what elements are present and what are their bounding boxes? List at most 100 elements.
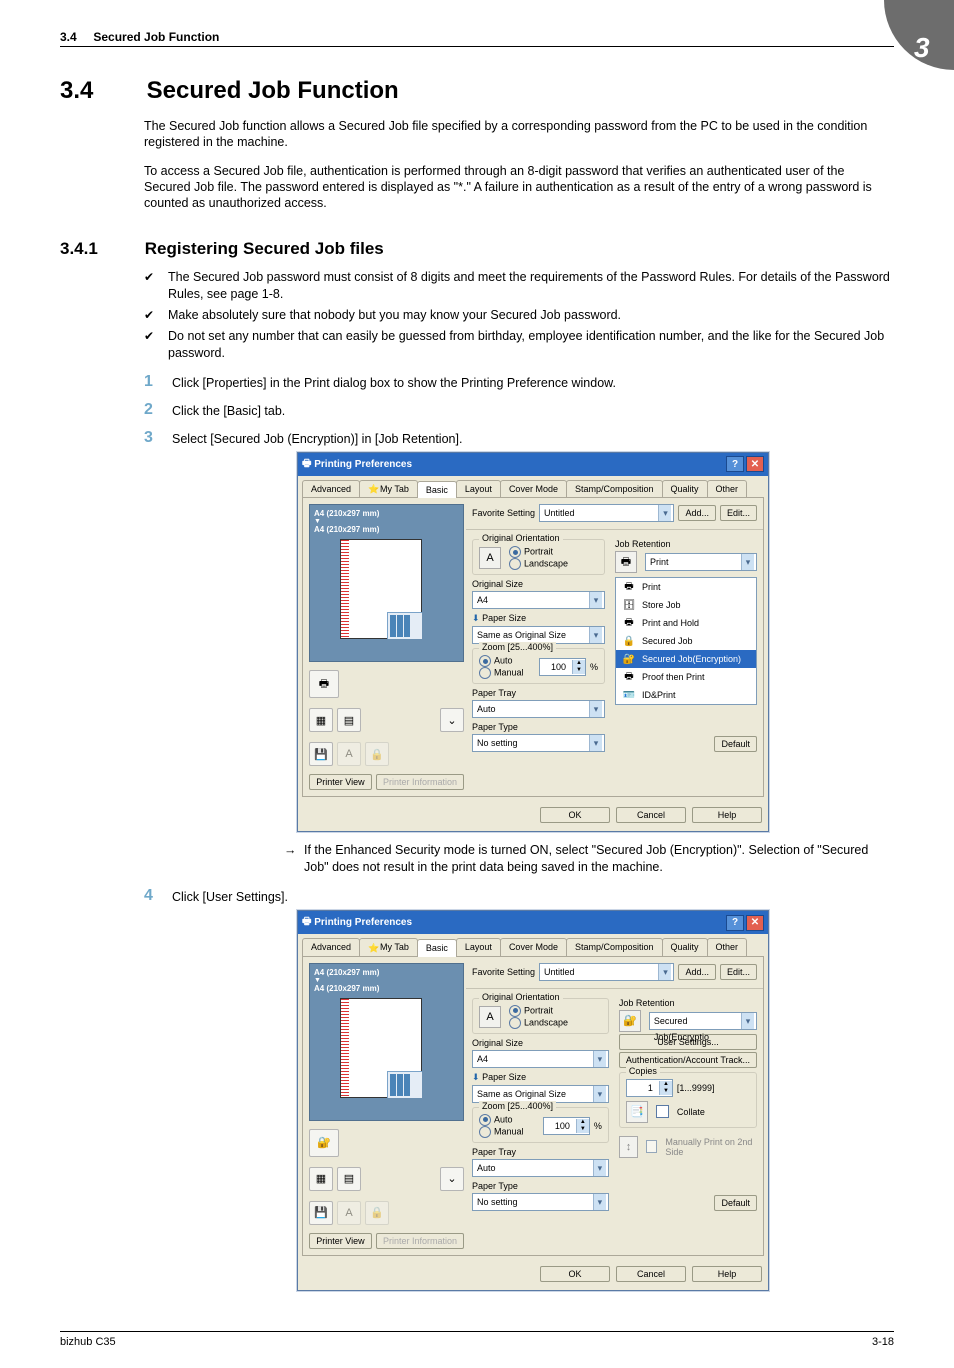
add-button[interactable]: Add... <box>678 505 716 521</box>
cancel-button[interactable]: Cancel <box>616 1266 686 1282</box>
close-icon[interactable]: ✕ <box>746 456 764 472</box>
save-icon[interactable]: 💾 <box>309 742 333 766</box>
tab-basic[interactable]: Basic <box>417 481 457 499</box>
tab-cover-mode[interactable]: Cover Mode <box>500 480 567 498</box>
dialog-titlebar[interactable]: 🖶 Printing Preferences ? ✕ <box>298 911 768 934</box>
header-section-title: Secured Job Function <box>93 30 219 44</box>
printer-information-button[interactable]: Printer Information <box>376 1233 464 1249</box>
help-icon[interactable]: ? <box>726 915 744 931</box>
paper-tray-combo[interactable]: Auto <box>472 700 605 718</box>
copies-range: [1...9999] <box>677 1083 715 1093</box>
help-button[interactable]: Help <box>692 807 762 823</box>
jr-option-secured-job[interactable]: 🔒Secured Job <box>616 632 756 650</box>
tab-layout[interactable]: Layout <box>456 938 501 956</box>
portrait-radio[interactable] <box>509 1005 521 1017</box>
preview-dim-1: A4 (210x297 mm) <box>314 509 459 518</box>
edit-button[interactable]: Edit... <box>720 964 757 980</box>
add-button[interactable]: Add... <box>678 964 716 980</box>
printer-view-button[interactable]: Printer View <box>309 1233 372 1249</box>
copies-spinner[interactable]: 1▲▼ <box>626 1079 673 1097</box>
tab-other[interactable]: Other <box>707 938 748 956</box>
portrait-radio[interactable] <box>509 546 521 558</box>
portrait-icon: A <box>479 1006 501 1028</box>
zoom-auto-radio[interactable] <box>479 1114 491 1126</box>
down-icon[interactable]: ⌄ <box>440 1167 464 1191</box>
tab-my-tab[interactable]: ⭐My Tab <box>359 480 418 498</box>
help-icon[interactable]: ? <box>726 456 744 472</box>
job-retention-combo[interactable]: Print <box>645 553 757 571</box>
h1-text: Secured Job Function <box>147 77 399 104</box>
favorite-setting-combo[interactable]: Untitled <box>539 504 674 522</box>
h2-registering: 3.4.1 Registering Secured Job files <box>60 239 894 259</box>
zoom-auto-radio[interactable] <box>479 655 491 667</box>
preview-dim-1: A4 (210x297 mm) <box>314 968 459 977</box>
job-retention-combo[interactable]: Secured Job(Encryptio <box>649 1012 757 1030</box>
help-button[interactable]: Help <box>692 1266 762 1282</box>
zoom-manual-radio[interactable] <box>479 667 491 679</box>
layout-icon[interactable]: ▤ <box>337 708 361 732</box>
down-arrow-icon: ⬇ <box>472 1072 480 1082</box>
printer-view-button[interactable]: Printer View <box>309 774 372 790</box>
default-button[interactable]: Default <box>714 1195 757 1211</box>
stamp-icon[interactable]: A <box>337 1201 361 1225</box>
landscape-radio[interactable] <box>509 558 521 570</box>
tab-advanced[interactable]: Advanced <box>302 938 360 956</box>
ok-button[interactable]: OK <box>540 807 610 823</box>
tab-other[interactable]: Other <box>707 480 748 498</box>
preview-dim-2: A4 (210x297 mm) <box>314 525 459 534</box>
paper-type-combo[interactable]: No setting <box>472 1193 609 1211</box>
jr-option-store-job[interactable]: 🗄Store Job <box>616 596 756 614</box>
tab-stamp-composition[interactable]: Stamp/Composition <box>566 938 663 956</box>
lock-icon[interactable]: 🔒 <box>365 1201 389 1225</box>
tab-layout[interactable]: Layout <box>456 480 501 498</box>
landscape-radio[interactable] <box>509 1017 521 1029</box>
tab-stamp-composition[interactable]: Stamp/Composition <box>566 480 663 498</box>
tab-quality[interactable]: Quality <box>662 480 708 498</box>
manual-2nd-side-label: Manually Print on 2nd Side <box>665 1137 757 1157</box>
zoom-value-spinner[interactable]: 100▲▼ <box>543 1117 590 1135</box>
favorite-setting-combo[interactable]: Untitled <box>539 963 674 981</box>
layout-icon[interactable]: ▤ <box>337 1167 361 1191</box>
zoom-title: Zoom [25...400%] <box>479 642 556 652</box>
layout-icon[interactable]: ▦ <box>309 708 333 732</box>
down-icon[interactable]: ⌄ <box>440 708 464 732</box>
print-hold-icon: 🖶 <box>620 616 638 630</box>
tab-quality[interactable]: Quality <box>662 938 708 956</box>
cancel-button[interactable]: Cancel <box>616 807 686 823</box>
lock-encrypt-icon: 🔐 <box>620 652 638 666</box>
jr-option-proof-then-print[interactable]: 🖶Proof then Print <box>616 668 756 686</box>
original-size-combo[interactable]: A4 <box>472 591 605 609</box>
tab-advanced[interactable]: Advanced <box>302 480 360 498</box>
ok-button[interactable]: OK <box>540 1266 610 1282</box>
save-icon[interactable]: 💾 <box>309 1201 333 1225</box>
printer-information-button[interactable]: Printer Information <box>376 774 464 790</box>
close-icon[interactable]: ✕ <box>746 915 764 931</box>
step-3-text: Select [Secured Job (Encryption)] in [Jo… <box>172 432 462 446</box>
jr-option-print[interactable]: 🖶Print <box>616 578 756 596</box>
job-retention-label: Job Retention <box>615 539 757 549</box>
collate-checkbox[interactable] <box>656 1105 669 1118</box>
jr-option-id-print[interactable]: 🪪ID&Print <box>616 686 756 704</box>
zoom-unit: % <box>590 662 598 672</box>
job-retention-dropdown-list[interactable]: 🖶Print 🗄Store Job 🖶Print and Hold 🔒Secur… <box>615 577 757 705</box>
printer-icon: 🖶 <box>302 456 311 473</box>
layout-icon[interactable]: ▦ <box>309 1167 333 1191</box>
id-icon: 🪪 <box>620 688 638 702</box>
dialog-titlebar[interactable]: 🖶 Printing Preferences ? ✕ <box>298 453 768 476</box>
zoom-value-spinner[interactable]: 100▲▼ <box>539 658 586 676</box>
paper-tray-combo[interactable]: Auto <box>472 1159 609 1177</box>
tab-basic[interactable]: Basic <box>417 939 457 957</box>
paper-type-combo[interactable]: No setting <box>472 734 605 752</box>
dialog-left-column: A4 (210x297 mm) ▼ A4 (210x297 mm) 🔐 ▦ <box>309 963 464 1249</box>
manual-2nd-side-checkbox[interactable] <box>646 1140 657 1153</box>
tab-cover-mode[interactable]: Cover Mode <box>500 938 567 956</box>
jr-option-print-and-hold[interactable]: 🖶Print and Hold <box>616 614 756 632</box>
tab-my-tab[interactable]: ⭐My Tab <box>359 938 418 956</box>
jr-option-secured-job-encryption[interactable]: 🔐Secured Job(Encryption) <box>616 650 756 668</box>
zoom-manual-radio[interactable] <box>479 1126 491 1138</box>
stamp-icon[interactable]: A <box>337 742 361 766</box>
edit-button[interactable]: Edit... <box>720 505 757 521</box>
default-button[interactable]: Default <box>714 736 757 752</box>
original-size-combo[interactable]: A4 <box>472 1050 609 1068</box>
lock-icon[interactable]: 🔒 <box>365 742 389 766</box>
